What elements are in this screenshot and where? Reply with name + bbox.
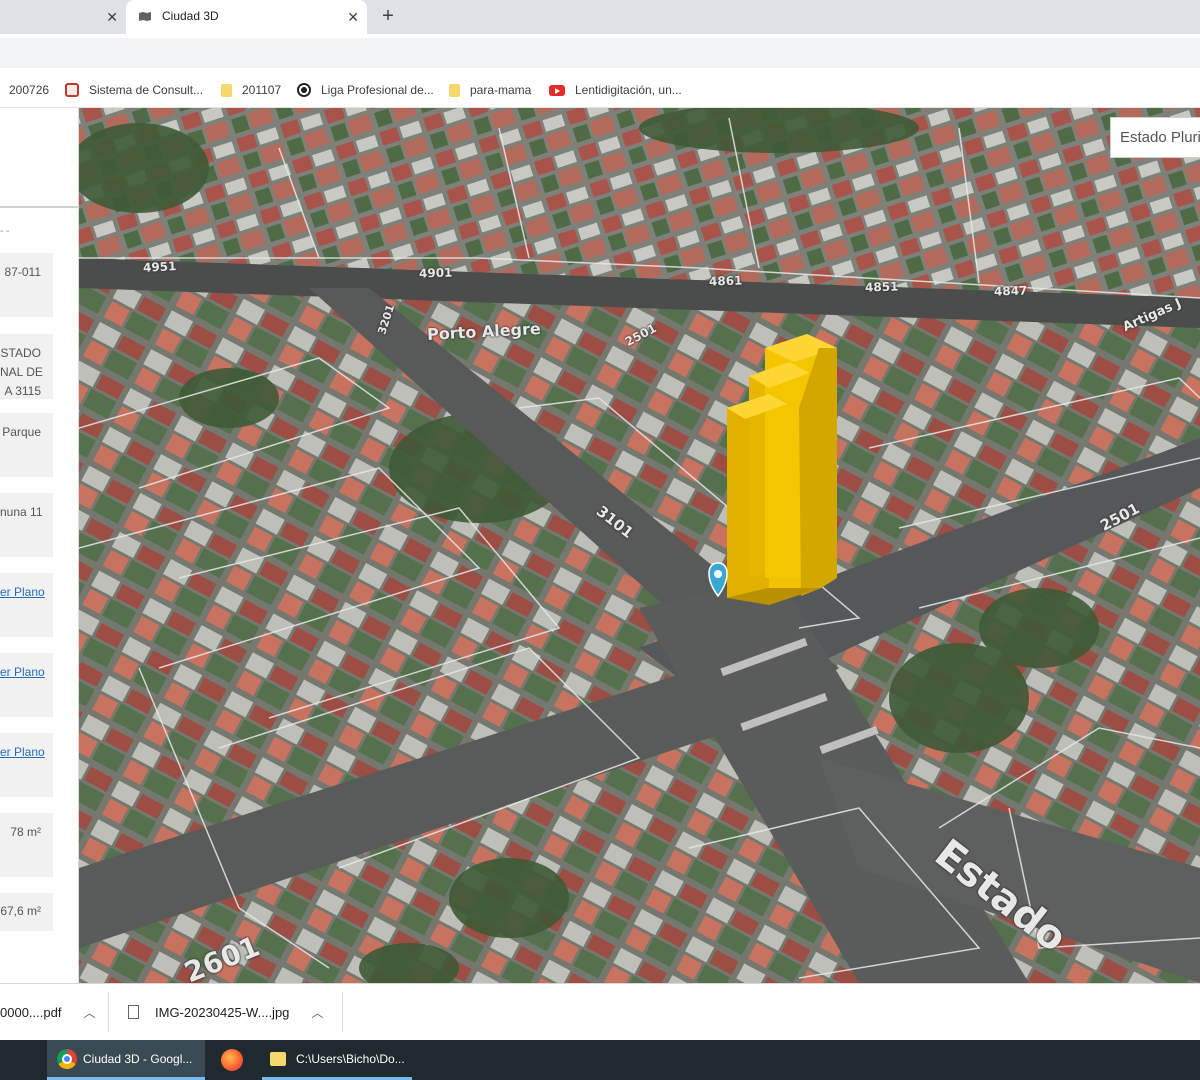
- info-card: er Plano: [0, 573, 53, 637]
- folder-icon: [270, 1051, 286, 1066]
- folder-icon: [449, 83, 460, 97]
- info-card: 67,6 m²: [0, 893, 53, 931]
- bookmark-lentidigitacion[interactable]: Lentidigitación, un...: [549, 82, 682, 98]
- info-value: nuna 11: [0, 505, 43, 519]
- download-item-pdf[interactable]: 0000....pdf ︿: [0, 984, 95, 1040]
- taskbar-label: C:\Users\Bicho\Do...: [296, 1051, 405, 1066]
- street-number-label: 4847: [993, 283, 1028, 299]
- tab-previous[interactable]: ✕: [0, 0, 126, 34]
- parcel-info-panel: - - 87-011 STADO NAL DE A 3115 Parque nu…: [0, 108, 79, 983]
- chevron-up-icon[interactable]: ︿: [311, 1004, 323, 1021]
- address-search-input[interactable]: Estado Plurinacional de Bolivia: [1110, 117, 1200, 158]
- close-icon[interactable]: ✕: [106, 9, 118, 26]
- address-bar[interactable]: [0, 38, 1200, 68]
- info-card: er Plano: [0, 653, 53, 717]
- panel-note: - -: [0, 226, 10, 237]
- info-value: NAL DE: [0, 365, 43, 379]
- download-filename: 0000....pdf: [0, 1004, 62, 1020]
- info-card: 87-011: [0, 253, 53, 317]
- firefox-icon: [221, 1049, 243, 1071]
- info-card: er Plano: [0, 733, 53, 797]
- bookmark-label: Lentidigitación, un...: [575, 83, 682, 97]
- taskbar-firefox[interactable]: [212, 1040, 252, 1080]
- taskbar-file-explorer[interactable]: C:\Users\Bicho\Do...: [262, 1040, 412, 1080]
- browser-toolbar: [0, 34, 1200, 72]
- bookmark-label: 200726: [9, 83, 50, 97]
- info-value: Parque: [2, 425, 41, 439]
- bookmark-label: Liga Profesional de...: [321, 83, 434, 97]
- youtube-icon: [549, 84, 565, 96]
- info-value: STADO: [0, 346, 41, 360]
- new-tab-button[interactable]: +: [377, 5, 399, 27]
- chrome-icon: [57, 1048, 77, 1069]
- ver-plano-link[interactable]: er Plano: [0, 583, 45, 602]
- bookmark-label: 201107: [242, 83, 282, 97]
- download-filename: IMG-20230425-W....jpg: [155, 1004, 290, 1020]
- divider: [342, 992, 343, 1032]
- ver-plano-link[interactable]: er Plano: [0, 663, 45, 682]
- taskbar-chrome[interactable]: Ciudad 3D - Googl...: [47, 1040, 205, 1080]
- panel-header: [0, 108, 78, 208]
- windows-taskbar: Ciudad 3D - Googl... C:\Users\Bicho\Do..…: [0, 1040, 1200, 1080]
- info-value: 87-011: [4, 265, 41, 279]
- bookmark-label: Sistema de Consult...: [89, 83, 204, 97]
- download-shelf: 0000....pdf ︿ IMG-20230425-W....jpg ︿: [0, 983, 1200, 1040]
- info-card: Parque: [0, 413, 53, 477]
- bookmarks-bar: 200726 Sistema de Consult... 201107 Liga…: [0, 72, 1200, 108]
- info-value: 78 m²: [10, 825, 41, 839]
- map-icon: [139, 12, 151, 21]
- street-number-label: 4901: [418, 265, 453, 281]
- street-number-label: 4861: [708, 273, 743, 289]
- info-card: 78 m²: [0, 813, 53, 877]
- aerial-imagery: [79, 108, 1200, 983]
- taskbar-label: Ciudad 3D - Googl...: [83, 1051, 193, 1066]
- close-icon[interactable]: ✕: [347, 9, 359, 26]
- map-3d-view[interactable]: Estado Plurinacional de Bolivia 4951 490…: [79, 108, 1200, 983]
- bookmark-200726[interactable]: 200726: [9, 82, 49, 98]
- info-value: A 3115: [4, 384, 41, 398]
- ver-plano-link[interactable]: er Plano: [0, 743, 45, 762]
- tab-label: Ciudad 3D: [162, 9, 219, 23]
- info-value: 67,6 m²: [0, 904, 41, 918]
- file-icon: [128, 1005, 139, 1019]
- tab-strip: ✕ Ciudad 3D ✕ +: [0, 0, 1200, 34]
- bookmark-201107[interactable]: 201107: [221, 82, 281, 98]
- football-icon: [297, 83, 311, 97]
- folder-icon: [221, 83, 232, 97]
- download-item-jpg[interactable]: IMG-20230425-W....jpg ︿: [128, 984, 323, 1040]
- divider: [108, 992, 109, 1032]
- bookmark-sistema-de-consulta[interactable]: Sistema de Consult...: [65, 82, 203, 98]
- info-card: nuna 11: [0, 493, 53, 557]
- search-icon: [65, 83, 79, 97]
- bookmark-label: para-mama: [470, 83, 532, 97]
- chevron-up-icon[interactable]: ︿: [83, 1004, 95, 1021]
- street-number-label: 4951: [142, 259, 177, 275]
- info-card: STADO NAL DE A 3115: [0, 334, 53, 399]
- street-number-label: 4851: [864, 279, 899, 295]
- bookmark-para-mama[interactable]: para-mama: [449, 82, 531, 98]
- web-page: - - 87-011 STADO NAL DE A 3115 Parque nu…: [0, 108, 1200, 983]
- bookmark-liga-profesional[interactable]: Liga Profesional de...: [297, 82, 434, 98]
- tab-ciudad-3d[interactable]: Ciudad 3D ✕: [126, 0, 367, 34]
